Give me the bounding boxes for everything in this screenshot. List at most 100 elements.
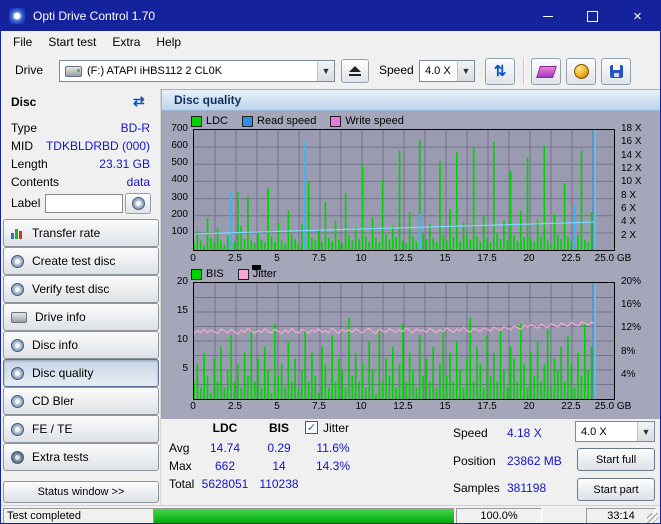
avg-jitter-value: 11.6% [316,441,350,455]
label-browse-button[interactable] [125,193,151,214]
axis-tick-label: 4 X [621,216,637,228]
axis-tick-label: 22.5 [561,401,581,412]
speed-select[interactable]: 4.0 X ▼ [419,60,475,82]
gear-icon [11,450,24,464]
axis-tick-label: 17.5 [477,253,497,264]
axis-tick-label: 7.5 [312,401,326,412]
sidebar-item-create-test-disc[interactable]: Create test disc [3,247,159,275]
save-button[interactable] [601,58,631,85]
sidebar-item-transfer-rate[interactable]: Transfer rate [3,219,159,247]
options-icon [573,64,589,79]
axis-tick-label: 15 [439,253,451,264]
eraser-icon [535,65,557,78]
total-row-label: Total [169,477,195,491]
minimize-icon [542,15,553,17]
axis-tick-label: 8 X [621,189,637,201]
speed-row-label: Speed [453,426,488,440]
chevron-down-icon: ▼ [637,422,654,441]
axis-tick-label: 16% [621,299,642,311]
erase-disc-button[interactable] [531,58,561,85]
drive-select[interactable]: (F:) ATAPI iHBS112 2 CL0K ▼ [59,60,335,82]
status-text-cell: Test completed [3,508,154,523]
elapsed-time-cell: 33:14 [586,508,656,523]
disc-type-value: BD-R [120,121,150,135]
disc-mid-label: MID [11,139,33,153]
disc-mid-value: TDKBLDRBD (000) [45,139,150,153]
axis-tick-label: 200 [171,208,188,220]
statusbar: Test completed 100.0% 33:14 [1,505,660,523]
axis-tick-label: 400 [171,174,188,186]
close-button[interactable]: × [615,1,660,31]
refresh-disc-icon[interactable]: ⇄ [133,93,145,110]
sidebar-item-disc-quality[interactable]: Disc quality [3,359,159,387]
window-controls: × [525,1,660,31]
max-jitter-value: 14.3% [315,459,351,473]
axis-tick-label: 5 [274,253,280,264]
disc-icon [11,282,24,296]
jitter-checkbox-label: Jitter [323,421,350,435]
app-window: Opti Drive Control 1.70 × File Start tes… [0,0,661,524]
menubar: File Start test Extra Help [1,31,660,53]
sidebar-item-extra-tests[interactable]: Extra tests [3,443,159,471]
sidebar-item-cd-bler[interactable]: CD Bler [3,387,159,415]
axis-tick-label: 25.0 GB [594,401,632,412]
eject-button[interactable] [341,59,369,83]
progress-fill [154,509,454,523]
avg-bis-value: 0.29 [267,441,291,455]
axis-tick-label: 300 [171,191,188,203]
axis-tick-label: 20 [523,253,535,264]
drive-select-value: (F:) ATAPI iHBS112 2 CL0K [87,65,223,77]
axis-tick-label: 20 [176,276,188,287]
resize-grip[interactable] [647,513,659,523]
menu-extra[interactable]: Extra [104,31,148,53]
sidebar-item-label: CD Bler [32,394,75,408]
menu-file[interactable]: File [5,31,40,53]
refresh-button[interactable]: ⇅ [485,58,515,85]
axis-tick-label: 7.5 [312,253,326,264]
ldc-column-header: LDC [212,421,238,435]
test-speed-select[interactable]: 4.0 X ▼ [575,421,655,442]
sidebar-item-verify-test-disc[interactable]: Verify test disc [3,275,159,303]
axis-tick-label: 17.5 [477,401,497,412]
menu-help[interactable]: Help [148,31,189,53]
progress-percent: 100.0% [480,510,518,522]
disc-type-label: Type [11,121,38,135]
disc-contents-value[interactable]: data [127,175,150,189]
chevron-down-icon: ▼ [317,61,334,81]
minimize-button[interactable] [525,1,570,31]
status-window-button[interactable]: Status window >> [3,481,159,503]
sidebar-item-disc-info[interactable]: Disc info [3,331,159,359]
options-button[interactable] [566,58,596,85]
maximize-icon [587,10,598,22]
sidebar-item-label: Disc quality [32,366,94,380]
disc-length-value: 23.31 GB [99,157,150,171]
speed-select-value: 4.0 X [425,65,451,77]
axis-tick-label: 14 X [621,149,642,161]
axis-tick-label: 2.5 [228,253,242,264]
axis-tick-label: 22.5 [561,253,581,264]
axis-tick-label: 25.0 GB [594,253,632,264]
start-full-label: Start full [595,453,637,466]
jitter-checkbox[interactable]: ✓ [305,421,318,434]
disc-icon [11,366,24,380]
bar-chart-icon [11,227,24,239]
maximize-button[interactable] [570,1,615,31]
start-part-label: Start part [593,483,639,496]
menu-start-test[interactable]: Start test [40,31,104,53]
sidebar-item-drive-info[interactable]: Drive info [3,303,159,331]
disc-label-label: Label [11,196,41,210]
ldc-legend-swatch [191,115,202,127]
bottom-chart-legend: BIS Jitter [191,268,291,280]
axis-tick-label: 5 [182,363,188,374]
write-speed-legend-swatch [330,115,342,127]
max-bis-value: 14 [272,459,286,473]
sidebar-item-label: Disc info [32,338,79,352]
top-chart-svg [194,130,614,250]
label-input[interactable] [45,194,123,213]
axis-tick-label: 10 X [621,176,642,188]
axis-tick-label: 0 [190,253,196,264]
sidebar-item-fe-te[interactable]: FE / TE [3,415,159,443]
start-full-button[interactable]: Start full [577,448,655,471]
start-part-button[interactable]: Start part [577,478,655,501]
bis-legend-swatch [191,268,202,280]
